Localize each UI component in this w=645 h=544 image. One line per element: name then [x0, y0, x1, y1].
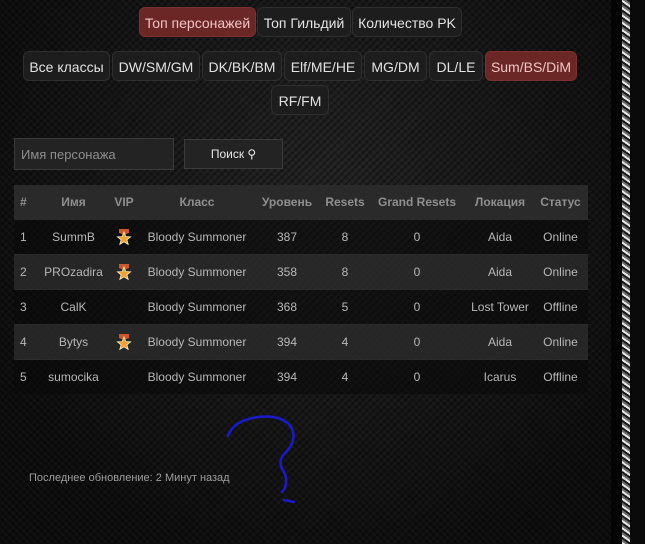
- status-badge: Offline: [533, 359, 588, 394]
- filter-dk-bk-bm[interactable]: DK/BK/BM: [202, 51, 282, 81]
- character-location: Aida: [467, 219, 533, 255]
- col-name: Имя: [42, 185, 105, 220]
- character-level: 394: [251, 324, 323, 360]
- col-grand-resets: Grand Resets: [367, 185, 467, 220]
- tab-pk-count[interactable]: Количество PK: [352, 7, 462, 37]
- character-resets: 4: [323, 359, 367, 394]
- character-grand-resets: 0: [367, 324, 467, 360]
- character-location: Icarus: [467, 359, 533, 394]
- filter-elf-me-he[interactable]: Elf/ME/HE: [284, 51, 362, 81]
- character-level: 394: [251, 359, 323, 394]
- character-grand-resets: 0: [367, 254, 467, 290]
- row-number: 5: [14, 359, 42, 394]
- table-row: 4 Bytys Bloody Summoner 394 4 0 Aida Online: [14, 324, 588, 360]
- character-grand-resets: 0: [367, 359, 467, 394]
- vip-cell: [105, 219, 143, 255]
- status-badge: Offline: [533, 289, 588, 325]
- tab-top-characters[interactable]: Топ персонажей: [139, 7, 256, 37]
- row-number: 1: [14, 219, 42, 255]
- rope-strand: [622, 0, 630, 544]
- col-level: Уровень: [251, 185, 323, 220]
- table-row: 5 sumocika Bloody Summoner 394 4 0 Icarus Offli…: [14, 359, 588, 394]
- vip-cell: [105, 254, 143, 290]
- last-update-note: Последнее обновление: 2 Минут назад: [29, 472, 230, 484]
- col-vip: VIP: [105, 185, 143, 220]
- col-resets: Resets: [323, 185, 367, 220]
- table-row: 2 PROzadira Bloody Summoner 358 8 0 Aida Online: [14, 254, 588, 290]
- filter-rf-fm[interactable]: RF/FM: [271, 85, 329, 115]
- row-number: 4: [14, 324, 42, 360]
- character-name[interactable]: PROzadira: [42, 254, 105, 290]
- character-level: 358: [251, 254, 323, 290]
- col-class: Класс: [143, 185, 251, 220]
- character-name[interactable]: CalK: [42, 289, 105, 325]
- character-resets: 5: [323, 289, 367, 325]
- character-name[interactable]: sumocika: [42, 359, 105, 394]
- search-button[interactable]: Поиск ⚲: [184, 139, 283, 169]
- tab-top-guilds[interactable]: Топ Гильдий: [257, 7, 351, 37]
- col-location: Локация: [467, 185, 533, 220]
- vip-cell: [105, 289, 143, 325]
- character-name[interactable]: SummB: [42, 219, 105, 255]
- vip-star-icon: [116, 229, 132, 246]
- character-class: Bloody Summoner: [143, 289, 251, 325]
- filter-mg-dm[interactable]: MG/DM: [364, 51, 427, 81]
- filter-dw-sm-gm[interactable]: DW/SM/GM: [112, 51, 200, 81]
- ranking-table: # Имя VIP Класс Уровень Resets Grand Res…: [14, 185, 588, 394]
- decorative-border: [611, 0, 645, 544]
- question-mark-scribble: [226, 415, 296, 504]
- status-badge: Online: [533, 219, 588, 255]
- status-badge: Online: [533, 324, 588, 360]
- table-header-row: # Имя VIP Класс Уровень Resets Grand Res…: [14, 185, 588, 220]
- character-name[interactable]: Bytys: [42, 324, 105, 360]
- character-grand-resets: 0: [367, 289, 467, 325]
- filter-dl-le[interactable]: DL/LE: [429, 51, 483, 81]
- character-class: Bloody Summoner: [143, 359, 251, 394]
- character-resets: 8: [323, 219, 367, 255]
- vip-star-icon: [116, 264, 132, 281]
- vip-star-icon: [116, 334, 132, 351]
- character-resets: 4: [323, 324, 367, 360]
- filter-all-classes[interactable]: Все классы: [23, 51, 110, 81]
- character-class: Bloody Summoner: [143, 324, 251, 360]
- row-number: 2: [14, 254, 42, 290]
- character-class: Bloody Summoner: [143, 219, 251, 255]
- row-number: 3: [14, 289, 42, 325]
- vip-cell: [105, 324, 143, 360]
- filter-sum-bs-dim[interactable]: Sum/BS/DiM: [485, 51, 577, 81]
- character-level: 387: [251, 219, 323, 255]
- vip-cell: [105, 359, 143, 394]
- table-row: 1 SummB Bloody Summoner 387 8 0 Aida Online: [14, 219, 588, 255]
- character-level: 368: [251, 289, 323, 325]
- character-class: Bloody Summoner: [143, 254, 251, 290]
- character-name-input[interactable]: [14, 138, 174, 170]
- status-badge: Online: [533, 254, 588, 290]
- col-status: Статус: [533, 185, 588, 220]
- table-row: 3 CalK Bloody Summoner 368 5 0 Lost Tower Offli…: [14, 289, 588, 325]
- character-grand-resets: 0: [367, 219, 467, 255]
- col-number: #: [14, 185, 42, 220]
- character-location: Lost Tower: [467, 289, 533, 325]
- character-location: Aida: [467, 324, 533, 360]
- character-resets: 8: [323, 254, 367, 290]
- character-location: Aida: [467, 254, 533, 290]
